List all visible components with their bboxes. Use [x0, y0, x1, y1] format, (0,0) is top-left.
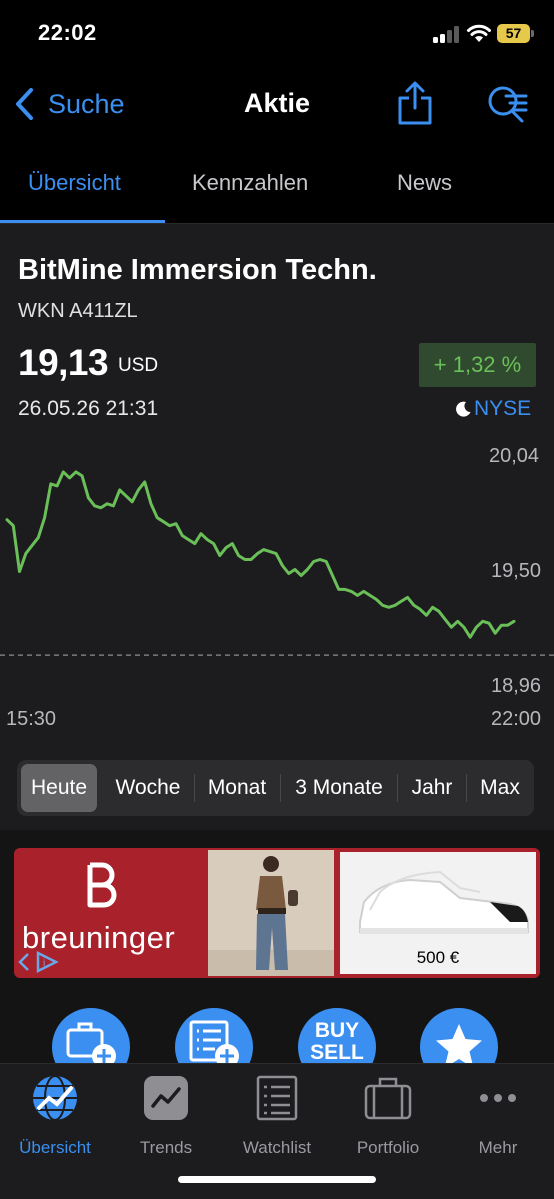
tabbar-item-mehr[interactable]: Mehr — [443, 1074, 553, 1164]
ad-shoe-image: 500 € — [340, 852, 536, 974]
period-monat[interactable]: Monat — [197, 764, 277, 812]
x-tick-label-end: 22:00 — [491, 708, 542, 730]
tab-uebersicht[interactable]: Übersicht — [28, 170, 121, 196]
svg-text:i: i — [43, 958, 45, 969]
y-tick-label: 18,96 — [491, 675, 542, 697]
tabbar-item-portfolio[interactable]: Portfolio — [333, 1074, 443, 1164]
tabbar-item-watchlist[interactable]: Watchlist — [222, 1074, 332, 1164]
wkn-label: WKN A411ZL — [18, 300, 138, 322]
price-chart[interactable]: 20,04 19,50 18,96 15:30 22:00 — [0, 440, 554, 730]
price-series-line — [5, 470, 516, 639]
company-name: BitMine Immersion Techn. — [18, 254, 377, 286]
page-title: Aktie — [243, 88, 311, 118]
ad-banner[interactable]: breuninger 500 € i — [14, 848, 540, 978]
tabbar-label: Mehr — [478, 1138, 518, 1157]
list-icon — [256, 1075, 298, 1121]
breuninger-logo-icon — [87, 862, 117, 908]
quote-datetime: 26.05.26 21:31 — [18, 397, 159, 420]
tabbar-label: Übersicht — [19, 1138, 91, 1157]
period-divider — [280, 774, 281, 802]
exchange-selector[interactable]: NYSE — [454, 397, 531, 421]
x-tick-label-start: 15:30 — [6, 708, 57, 730]
period-heute[interactable]: Heute — [21, 764, 97, 812]
period-woche[interactable]: Woche — [103, 764, 193, 812]
exchange-label: NYSE — [474, 397, 532, 420]
period-divider — [397, 774, 398, 802]
search-filter-icon — [488, 86, 528, 123]
ad-shoe-price: 500 € — [416, 948, 460, 967]
tabbar-label: Watchlist — [242, 1138, 312, 1157]
home-indicator — [178, 1176, 376, 1183]
tabbar-label: Trends — [139, 1138, 193, 1157]
y-tick-label: 19,50 — [491, 560, 542, 582]
period-divider — [194, 774, 195, 802]
search-filter-button[interactable] — [486, 84, 528, 129]
action-row: BUY SELL — [0, 1008, 554, 1086]
share-button[interactable] — [396, 80, 434, 131]
more-icon — [480, 1094, 516, 1102]
buy-sell-label: BUY SELL — [310, 1019, 364, 1064]
stock-price: 19,13 — [18, 342, 109, 383]
wifi-icon — [467, 24, 491, 42]
ad-model-photo — [208, 850, 334, 976]
ad-choices-icon[interactable]: i — [16, 950, 62, 974]
tab-news[interactable]: News — [397, 170, 452, 196]
y-tick-label: 20,04 — [489, 445, 540, 467]
globe-chart-icon — [33, 1075, 77, 1121]
currency-label: USD — [118, 355, 159, 376]
period-divider — [466, 774, 467, 802]
tabbar-item-uebersicht[interactable]: Übersicht — [0, 1074, 110, 1164]
active-tab-indicator — [0, 220, 165, 223]
share-icon — [398, 81, 432, 125]
segment-tabs: Übersicht Kennzahlen News — [0, 150, 554, 224]
status-time: 22:02 — [38, 20, 97, 45]
period-selector: Heute Woche Monat 3 Monate Jahr Max — [17, 760, 534, 816]
cellular-signal-icon — [433, 25, 461, 43]
ad-area: breuninger 500 € i BUY SELL — [0, 830, 554, 1086]
tab-kennzahlen[interactable]: Kennzahlen — [192, 170, 308, 196]
period-max[interactable]: Max — [469, 764, 531, 812]
quote-card: BitMine Immersion Techn. WKN A411ZL 19,1… — [0, 224, 554, 830]
battery-nub — [531, 30, 534, 37]
nav-bar: Suche Aktie — [0, 68, 554, 140]
status-bar: 22:02 57 — [0, 0, 554, 68]
period-3-monate[interactable]: 3 Monate — [283, 764, 395, 812]
price-chart-svg — [0, 470, 554, 656]
change-badge: + 1,32 % — [419, 343, 536, 387]
briefcase-icon — [364, 1077, 412, 1120]
period-jahr[interactable]: Jahr — [400, 764, 464, 812]
tabbar-item-trends[interactable]: Trends — [111, 1074, 221, 1164]
battery-icon: 57 — [497, 24, 530, 43]
moon-icon — [456, 401, 471, 417]
trend-icon — [144, 1076, 188, 1120]
tabbar-label: Portfolio — [356, 1138, 420, 1157]
